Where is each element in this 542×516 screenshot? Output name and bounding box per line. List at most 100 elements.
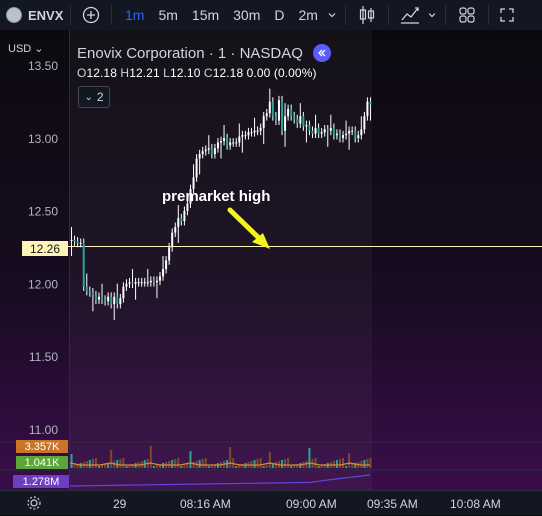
y-tick-label: 11.50 [29,350,58,364]
volume-bar [73,465,76,468]
volume-bar [281,460,284,468]
volume-bar [94,458,97,468]
candle-body [119,298,122,305]
candle-body [232,142,235,144]
time-tick: 29 [113,497,127,511]
candle-body [256,130,259,132]
candles-icon[interactable] [352,0,382,30]
candle-body [259,127,262,131]
volume-bar [235,466,238,468]
layout-grid-icon[interactable] [452,0,482,30]
chevron-down-icon[interactable] [325,0,339,30]
candle-body [274,116,277,121]
toolbar-divider [444,5,446,25]
chevron-down-icon: ⌄ [84,91,93,103]
collapse-legend-icon[interactable] [312,44,331,62]
candle-body [366,101,369,117]
interval-d[interactable]: D [267,0,291,30]
volume-bar [110,450,113,468]
ohlc-low: 12.10 [169,66,201,80]
candle-body [88,290,91,293]
candle-body [241,135,244,137]
interval-15m[interactable]: 15m [185,0,226,30]
candle-body [94,295,97,300]
interval-2m[interactable]: 2m [292,0,325,30]
volume-bar [253,460,256,468]
candle-body [284,116,287,131]
settings-gear-icon[interactable] [26,495,42,516]
volume-bar [345,466,348,468]
indicators-icon[interactable] [395,0,425,30]
volume-bar [274,462,277,468]
volume-bar [265,465,268,468]
candle-body [73,240,76,242]
volume-bar [189,451,192,468]
candle-body [85,286,88,291]
interval-1m[interactable]: 1m [118,0,151,30]
currency-selector[interactable]: USD ⌄ [8,42,44,55]
candle-body [201,151,204,155]
volume-bar [149,446,152,468]
candle-body [268,101,271,114]
toolbar-divider [487,5,489,25]
symbol-search[interactable]: ENVX [0,0,64,30]
time-tick: 08:16 AM [180,497,231,511]
volume-bar [183,465,186,468]
volume-bar [351,464,354,468]
candle-body [265,113,268,117]
interval-5m[interactable]: 5m [151,0,184,30]
candle-body [158,276,161,281]
chevron-down-icon: ⌄ [34,43,44,55]
candle-body [122,286,125,299]
volume-label-1: 3.357K [16,440,68,453]
chart-legend: Enovix Corporation · 1 · NASDAQ O12.18 H… [77,44,331,80]
candle-body [165,260,168,270]
candle-body [302,116,305,127]
candle-body [320,132,323,134]
time-axis[interactable]: 29 08:16 AM 09:00 AM 09:35 AM 10:08 AM [0,490,542,515]
candle-body [82,242,85,287]
plus-circle-icon[interactable] [77,0,105,30]
volume-bar [308,448,311,468]
volume-bar [155,465,158,468]
candle-body [70,240,73,241]
interval-30m[interactable]: 30m [226,0,267,30]
volume-bar [192,462,195,468]
candle-body [296,119,299,124]
candle-body [290,108,293,117]
toolbar-divider [111,5,112,25]
candle-body [226,138,229,146]
volume-bar [259,458,262,468]
candle-body [293,116,296,120]
candle-body [143,282,146,284]
candle-body [338,133,341,139]
candle-body [314,127,317,134]
candle-body [369,101,372,105]
candle-body [281,100,284,131]
volume-bar [177,458,180,468]
indicators-toggle-button[interactable]: ⌄ 2 [78,86,110,108]
chevron-down-icon[interactable] [425,0,439,30]
volume-bar [174,459,177,468]
volume-bar [122,458,125,468]
candle-body [113,296,116,305]
fullscreen-icon[interactable] [495,0,519,30]
toolbar-divider [344,5,346,25]
volume-bar [314,458,317,468]
volume-bar [171,460,174,468]
volume-bar [348,453,351,468]
volume-bar [290,466,293,468]
symbol-label: ENVX [28,7,64,23]
volume-bar [119,459,122,468]
candle-body [155,280,158,283]
candle-body [317,127,320,134]
candle-body [238,136,241,143]
candle-body [162,269,165,277]
y-tick-label: 13.00 [28,132,58,146]
candle-body [250,132,253,134]
volume-bar [91,459,94,468]
ohlc-close: 12.18 [212,66,244,80]
candle-body [262,116,265,128]
volume-bar [284,459,287,468]
y-tick-label: 12.00 [28,277,58,291]
